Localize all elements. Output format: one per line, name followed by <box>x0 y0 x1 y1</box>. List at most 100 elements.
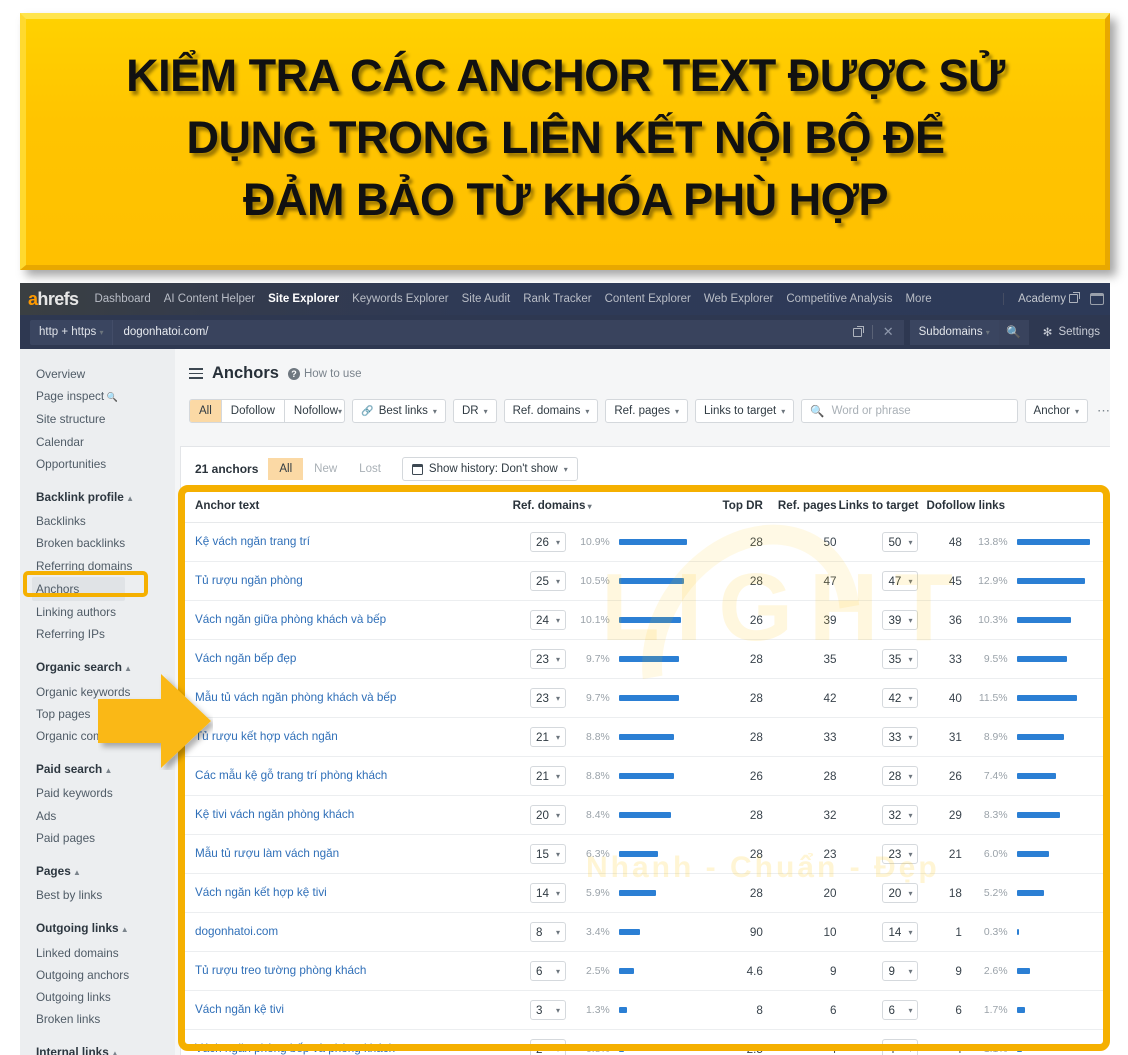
external-link-icon[interactable] <box>852 325 864 337</box>
show-history-dropdown[interactable]: Show history: Don't show ▾ <box>401 457 578 481</box>
nav-item-ai-content-helper[interactable]: AI Content Helper <box>164 293 255 305</box>
anchor-text-link[interactable]: Vách ngăn kệ tivi <box>195 1003 284 1016</box>
sidebar-group-pages[interactable]: Pages ▲ <box>36 860 175 884</box>
close-icon[interactable]: ✕ <box>883 324 894 340</box>
filter-button-ref-domains[interactable]: Ref. domains ▾ <box>503 399 599 423</box>
links-to-target-dropdown[interactable]: 47 ▾ <box>882 571 919 591</box>
ref-domains-dropdown[interactable]: 24 ▾ <box>530 610 567 630</box>
ref-domains-dropdown[interactable]: 25 ▾ <box>530 571 567 591</box>
filter-dofollow[interactable]: Dofollow <box>220 400 284 422</box>
anchor-text-link[interactable]: Vách ngăn giữa phòng khách và bếp <box>195 613 386 626</box>
col-anchor-text[interactable]: Anchor text <box>181 490 507 523</box>
links-to-target-dropdown[interactable]: 35 ▾ <box>882 649 919 669</box>
anchor-text-link[interactable]: Vách ngăn phòng bếp và phòng khách <box>195 1042 395 1055</box>
sidebar-item-linking-authors[interactable]: Linking authors <box>36 601 175 623</box>
anchor-text-link[interactable]: Tủ rượu kết hợp vách ngăn <box>195 730 338 743</box>
sidebar-group-organic-search[interactable]: Organic search ▲ <box>36 656 175 680</box>
links-to-target-dropdown[interactable]: 50 ▾ <box>882 532 919 552</box>
sidebar-item-overview[interactable]: Overview <box>36 363 175 385</box>
links-to-target-dropdown[interactable]: 20 ▾ <box>882 883 919 903</box>
sidebar-item-best-by-links[interactable]: Best by links <box>36 884 175 906</box>
settings-button[interactable]: ✻ Settings <box>1043 325 1100 339</box>
filter-nofollow[interactable]: Nofollow ▾ <box>283 400 344 422</box>
filter-button-ref-pages[interactable]: Ref. pages ▾ <box>605 399 688 423</box>
anchor-text-link[interactable]: Tủ rượu ngăn phòng <box>195 574 303 587</box>
links-to-target-dropdown[interactable]: 32 ▾ <box>882 805 919 825</box>
sidebar-group-outgoing-links[interactable]: Outgoing links ▲ <box>36 917 175 941</box>
links-to-target-dropdown[interactable]: 39 ▾ <box>882 610 919 630</box>
anchor-text-link[interactable]: Vách ngăn kết hợp kệ tivi <box>195 886 327 899</box>
anchor-text-link[interactable]: Mẫu tủ vách ngăn phòng khách và bếp <box>195 691 396 704</box>
ref-domains-dropdown[interactable]: 20 ▾ <box>530 805 567 825</box>
links-to-target-dropdown[interactable]: 9 ▾ <box>882 961 919 981</box>
sidebar-item-broken-backlinks[interactable]: Broken backlinks <box>36 532 175 554</box>
nav-item-site-explorer[interactable]: Site Explorer <box>268 293 339 305</box>
sidebar-item-paid-pages[interactable]: Paid pages <box>36 827 175 849</box>
ref-domains-dropdown[interactable]: 21 ▾ <box>530 766 567 786</box>
sidebar-item-calendar[interactable]: Calendar <box>36 431 175 453</box>
sidebar-item-opportunities[interactable]: Opportunities <box>36 453 175 475</box>
nav-item-keywords-explorer[interactable]: Keywords Explorer <box>352 293 449 305</box>
sidebar-item-organic-competitors[interactable]: Organic competitors <box>36 725 175 747</box>
nav-item-more[interactable]: More <box>905 293 931 305</box>
filter-all[interactable]: All <box>190 400 221 422</box>
table-tab-all[interactable]: All <box>268 458 304 480</box>
nav-item-content-explorer[interactable]: Content Explorer <box>605 293 691 305</box>
sidebar-item-referring-domains[interactable]: Referring domains <box>36 555 175 577</box>
sidebar-group-internal-links[interactable]: Internal links ▲ <box>36 1041 175 1055</box>
col-ref-domains[interactable]: Ref. domains ▾ <box>506 490 710 523</box>
ref-domains-dropdown[interactable]: 2 ▾ <box>530 1039 567 1055</box>
anchor-text-link[interactable]: Mẫu tủ rượu làm vách ngăn <box>195 847 339 860</box>
ref-domains-dropdown[interactable]: 3 ▾ <box>530 1000 567 1020</box>
academy-link[interactable]: Academy <box>1018 292 1080 305</box>
ref-domains-dropdown[interactable]: 23 ▾ <box>530 649 567 669</box>
ref-domains-dropdown[interactable]: 15 ▾ <box>530 844 567 864</box>
nav-item-competitive-analysis[interactable]: Competitive Analysis <box>786 293 892 305</box>
sidebar-item-site-structure[interactable]: Site structure <box>36 408 175 430</box>
anchor-text-link[interactable]: Các mẫu kệ gỗ trang trí phòng khách <box>195 769 387 782</box>
sidebar-item-backlinks[interactable]: Backlinks <box>36 510 175 532</box>
links-to-target-dropdown[interactable]: 33 ▾ <box>882 727 919 747</box>
nav-item-site-audit[interactable]: Site Audit <box>462 293 511 305</box>
sidebar-group-paid-search[interactable]: Paid search ▲ <box>36 758 175 782</box>
sidebar-item-referring-ips[interactable]: Referring IPs <box>36 623 175 645</box>
filter-button-links-to-target[interactable]: Links to target ▾ <box>695 399 795 423</box>
sidebar-item-top-pages[interactable]: Top pages <box>36 703 175 725</box>
sidebar-item-ads[interactable]: Ads <box>36 805 175 827</box>
sidebar-item-paid-keywords[interactable]: Paid keywords <box>36 782 175 804</box>
anchor-text-link[interactable]: Kệ vách ngăn trang trí <box>195 535 310 548</box>
table-tab-lost[interactable]: Lost <box>348 458 392 480</box>
col-dofollow-links[interactable]: Dofollow links <box>918 490 1110 523</box>
url-input[interactable]: dogonhatoi.com/ ✕ <box>113 319 904 345</box>
more-dots-icon[interactable]: ⋯ <box>1097 403 1110 419</box>
protocol-dropdown[interactable]: http + https ▾ <box>30 319 114 345</box>
sidebar-item-linked-domains[interactable]: Linked domains <box>36 942 175 964</box>
anchor-text-link[interactable]: Tủ rượu treo tường phòng khách <box>195 964 366 977</box>
links-to-target-dropdown[interactable]: 23 ▾ <box>882 844 919 864</box>
ref-domains-dropdown[interactable]: 6 ▾ <box>530 961 567 981</box>
ref-domains-dropdown[interactable]: 8 ▾ <box>530 922 567 942</box>
anchor-dropdown[interactable]: Anchor ▾ <box>1024 399 1088 423</box>
ref-domains-dropdown[interactable]: 23 ▾ <box>530 688 567 708</box>
links-to-target-dropdown[interactable]: 14 ▾ <box>882 922 919 942</box>
filter-button-best-links[interactable]: 🔗 Best links ▾ <box>352 399 446 423</box>
filter-button-dr[interactable]: DR ▾ <box>452 399 497 423</box>
links-to-target-dropdown[interactable]: 6 ▾ <box>882 1000 919 1020</box>
anchor-text-link[interactable]: dogonhatoi.com <box>195 925 278 938</box>
col-top-dr[interactable]: Top DR <box>709 490 763 523</box>
sidebar-item-outgoing-links[interactable]: Outgoing links <box>36 986 175 1008</box>
links-to-target-dropdown[interactable]: 28 ▾ <box>882 766 919 786</box>
nav-item-rank-tracker[interactable]: Rank Tracker <box>523 293 591 305</box>
ref-domains-dropdown[interactable]: 21 ▾ <box>530 727 567 747</box>
hamburger-icon[interactable] <box>189 367 203 380</box>
sidebar-item-anchors[interactable]: Anchors <box>32 576 126 602</box>
ref-domains-dropdown[interactable]: 26 ▾ <box>530 532 567 552</box>
col-ref-pages[interactable]: Ref. pages <box>762 490 837 523</box>
anchor-text-link[interactable]: Kệ tivi vách ngăn phòng khách <box>195 808 354 821</box>
sidebar-item-outgoing-anchors[interactable]: Outgoing anchors <box>36 964 175 986</box>
panel-icon[interactable] <box>1090 293 1104 305</box>
sidebar-item-organic-keywords[interactable]: Organic keywords <box>36 681 175 703</box>
nav-item-dashboard[interactable]: Dashboard <box>94 293 150 305</box>
search-button[interactable]: 🔍 <box>998 319 1029 345</box>
ref-domains-dropdown[interactable]: 14 ▾ <box>530 883 567 903</box>
